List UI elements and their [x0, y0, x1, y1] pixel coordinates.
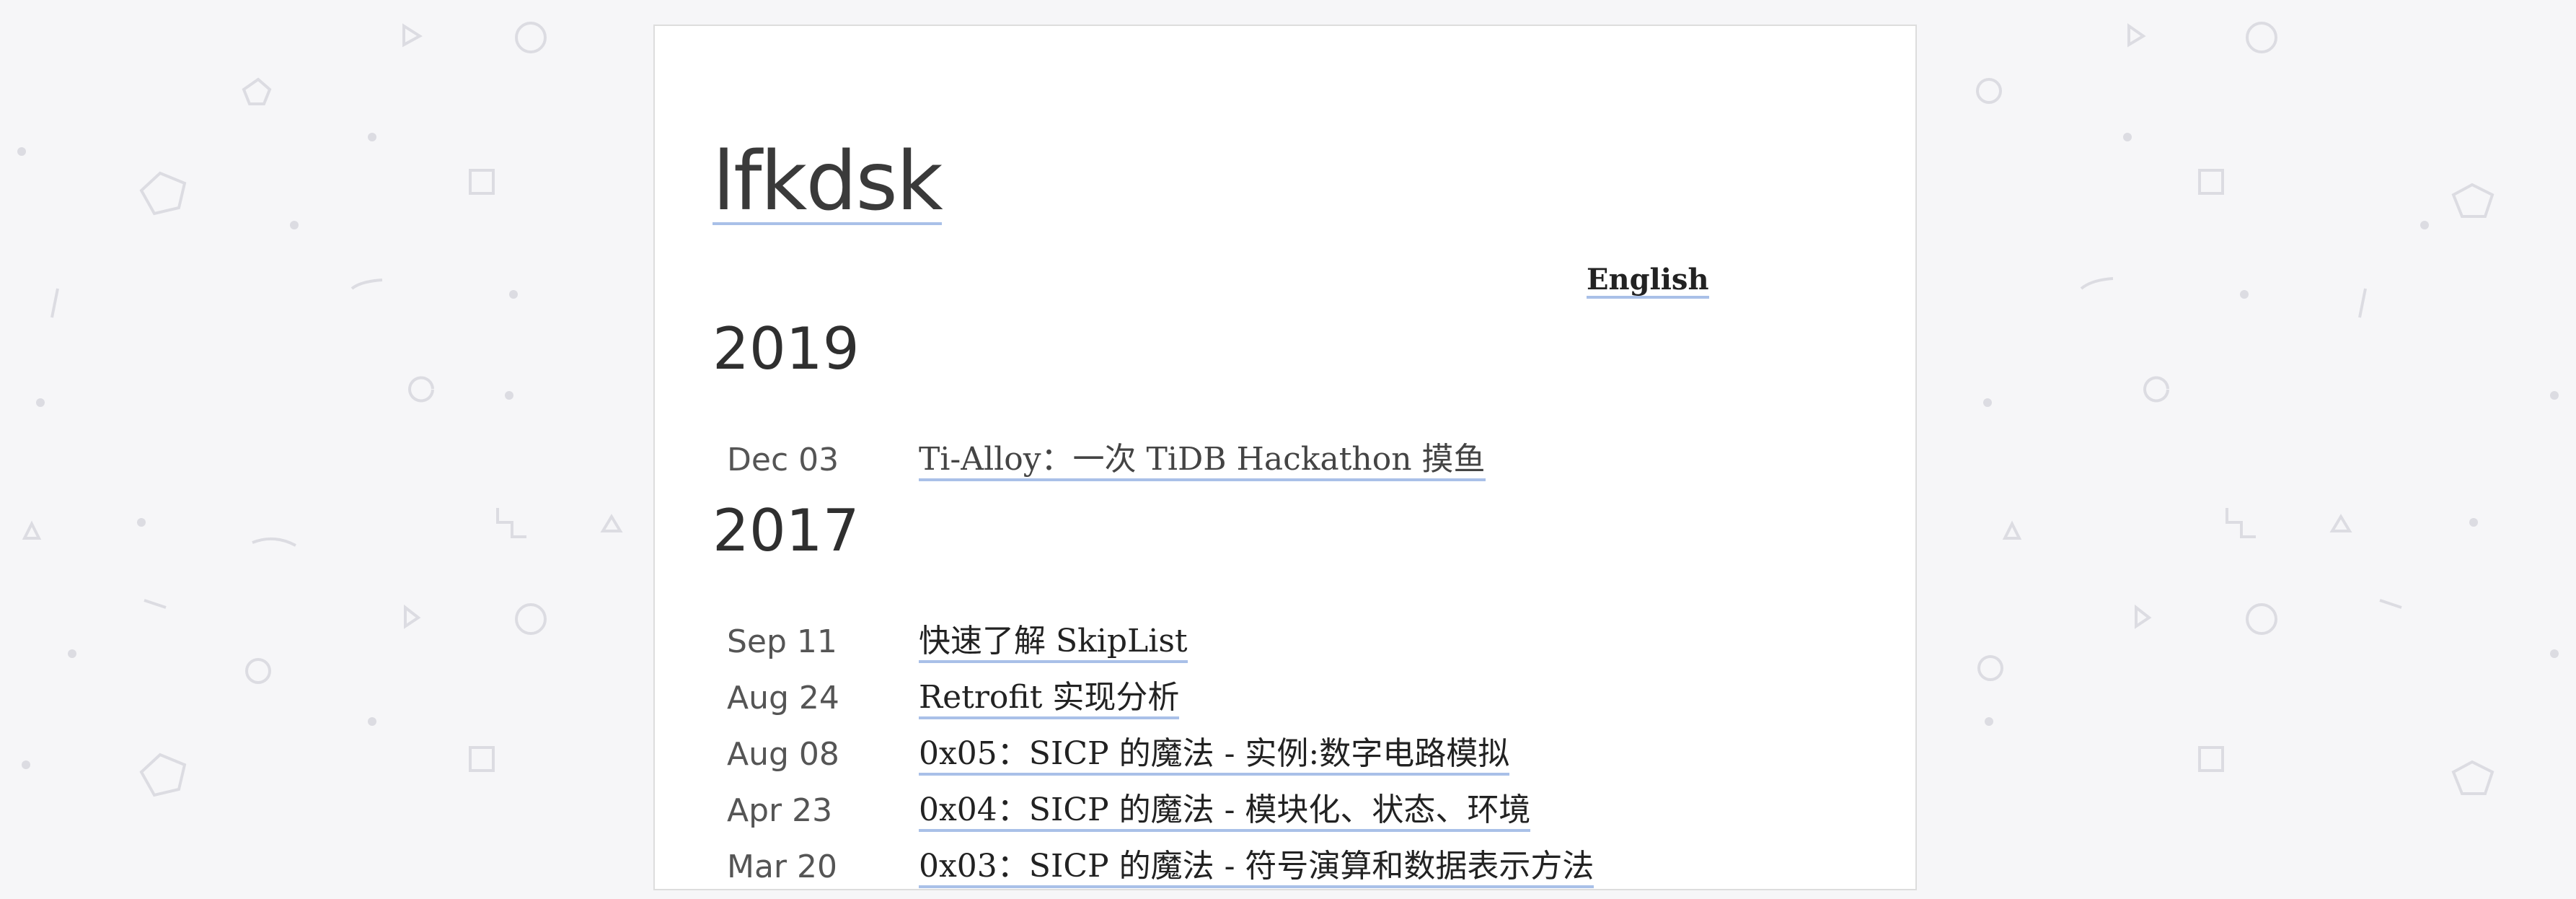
post-date: Dec 03 — [727, 442, 839, 478]
post-title-link[interactable]: 快速了解 SkipList — [919, 623, 1188, 663]
year-heading: 2017 — [713, 497, 860, 564]
post-date: Aug 08 — [727, 736, 839, 773]
post-date: Apr 23 — [727, 792, 833, 829]
post-title-link[interactable]: 0x05：SICP 的魔法 - 实例:数字电路模拟 — [919, 735, 1510, 776]
post-title-link[interactable]: 0x04：SICP 的魔法 - 模块化、状态、环境 — [919, 791, 1531, 832]
post-date: Sep 11 — [727, 623, 837, 660]
post-title-link[interactable]: Ti-Alloy：一次 TiDB Hackathon 摸鱼 — [919, 441, 1486, 481]
post-title-link[interactable]: 0x03：SICP 的魔法 - 符号演算和数据表示方法 — [919, 848, 1594, 888]
site-title-link[interactable]: lfkdsk — [713, 141, 943, 225]
post-date: Aug 24 — [727, 680, 839, 716]
post-title-link[interactable]: Retrofit 实现分析 — [919, 679, 1180, 719]
language-switch-link[interactable]: English — [1587, 264, 1709, 299]
post-date: Mar 20 — [727, 848, 837, 885]
year-heading: 2019 — [713, 315, 860, 382]
archive-card: lfkdsk English 2019 Dec 03 Ti-Alloy：一次 T… — [653, 25, 1917, 890]
